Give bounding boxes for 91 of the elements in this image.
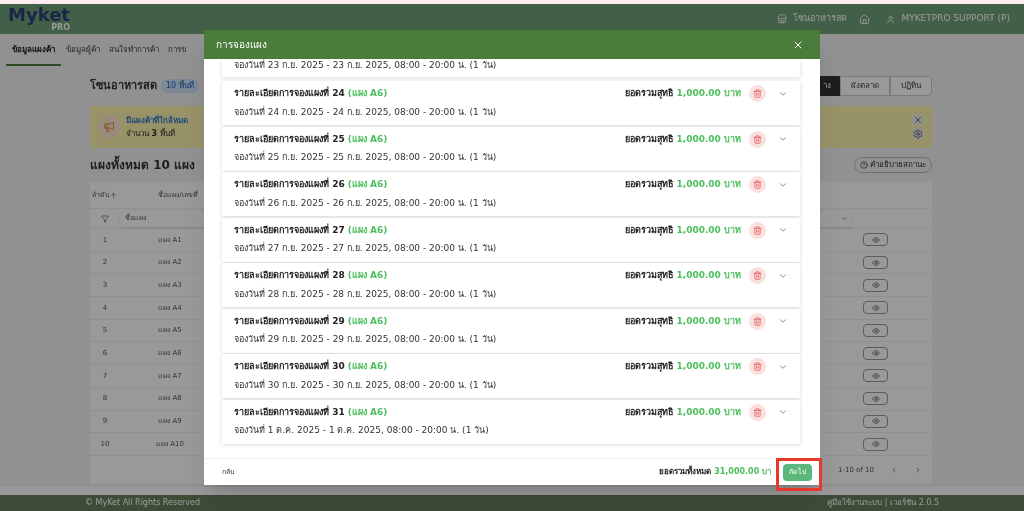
trash-icon (753, 180, 762, 190)
net-total: ยอดรวมสุทธิ 1,000.00 บาท (625, 360, 741, 374)
view-toggle[interactable]: ผังตลาด (840, 76, 890, 96)
eye-icon (871, 326, 880, 335)
settings-icon[interactable] (912, 128, 924, 140)
trash-icon (753, 271, 762, 281)
booking-title: รายละเอียดการจองแผงที่ 29 (แผง A6) (234, 314, 388, 328)
filter-icon[interactable] (101, 214, 109, 223)
booking-title: รายละเอียดการจองแผงที่ 25 (แผง A6) (234, 132, 388, 146)
logo-subtitle: PRO (51, 24, 70, 32)
booking-dates: จองวันที่ 25 ก.ย. 2025 - 25 ก.ย. 2025, 08:00 - 20:00 น. (1 วัน) (234, 151, 498, 165)
booking-title: รายละเอียดการจองแผงที่ 30 (แผง A6) (234, 360, 388, 373)
user-icon (886, 14, 896, 24)
view-button[interactable] (863, 392, 888, 406)
alert-count: จำนวน 3 พื้นที่ (126, 127, 176, 140)
delete-button[interactable] (749, 312, 766, 330)
area-badge: 10 พื้นที่ (161, 79, 199, 93)
view-button[interactable] (863, 369, 888, 383)
eye-icon (871, 303, 880, 312)
copyright: © MyKet All Rights Reserved (85, 497, 201, 509)
eye-icon (871, 440, 880, 449)
booking-dates: จองวันที่ 26 ก.ย. 2025 - 26 ก.ย. 2025, 08:00 - 20:00 น. (1 วัน) (234, 196, 498, 210)
view-button[interactable] (863, 278, 888, 292)
booking-dates: จองวันที่ 1 ต.ค. 2025 - 1 ต.ค. 2025, 08:00 - 20:00 น. (1 วัน) (234, 424, 490, 438)
booking-title: รายละเอียดการจองแผงที่ 27 (แผง A6) (234, 223, 388, 237)
eye-icon (871, 281, 880, 290)
caret-icon (841, 215, 848, 222)
delete-button[interactable] (749, 85, 766, 103)
delete-button[interactable] (749, 403, 766, 421)
eye-icon (871, 371, 880, 380)
eye-icon (871, 258, 880, 267)
booking-title: รายละเอียดการจองแผงที่ 24 (แผง A6) (234, 87, 388, 100)
booking-title: รายละเอียดการจองแผงที่ 31 (แผง A6) (234, 405, 388, 419)
user-menu[interactable]: MYKETPRO SUPPORT (P) (901, 12, 1010, 26)
megaphone-icon (98, 116, 120, 138)
trash-icon (753, 89, 762, 99)
previous-page-icon[interactable] (890, 465, 898, 474)
booking-title: รายละเอียดการจองแผงที่ 28 (แผง A6) (234, 269, 388, 282)
help-icon (860, 161, 868, 169)
booking-dates: จองวันที่ 30 ก.ย. 2025 - 30 ก.ย. 2025, 08:00 - 20:00 น. (1 วัน) (234, 378, 498, 392)
eye-icon (871, 394, 880, 403)
sort-arrow-icon[interactable] (110, 191, 117, 199)
view-toggle[interactable]: ปฏิทิน (890, 76, 932, 96)
delete-button[interactable] (749, 221, 766, 239)
delete-button[interactable] (749, 176, 766, 194)
booking-dates: จองวันที่ 23 ก.ย. 2025 - 23 ก.ย. 2025, 08:00 - 20:00 น. (1 วัน) (234, 59, 497, 71)
delete-button[interactable] (749, 267, 766, 285)
eye-icon (871, 417, 880, 426)
delete-button[interactable] (749, 358, 766, 376)
net-total: ยอดรวมสุทธิ 1,000.00 บาท (625, 314, 741, 328)
net-total: ยอดรวมสุทธิ 1,000.00 บาท (625, 178, 741, 192)
net-total: ยอดรวมสุทธิ 1,000.00 บาท (625, 269, 741, 283)
trash-icon (753, 134, 762, 144)
view-button[interactable] (863, 324, 888, 338)
nav-tab[interactable]: การข (164, 44, 190, 66)
booking-dates: จองวันที่ 28 ก.ย. 2025 - 28 ก.ย. 2025, 08:00 - 20:00 น. (1 วัน) (234, 287, 498, 301)
net-total: ยอดรวมสุทธิ 1,000.00 บาท (625, 405, 741, 419)
dialog-title: การจองแผง (216, 38, 267, 52)
eye-icon (871, 235, 880, 244)
net-total: ยอดรวมสุทธิ 1,000.00 บาท (625, 132, 741, 146)
trash-icon (753, 407, 762, 417)
view-button[interactable] (863, 233, 888, 247)
view-button[interactable] (863, 437, 888, 451)
net-total: ยอดรวมสุทธิ 1,000.00 บาท (625, 87, 741, 101)
net-total: ยอดรวมสุทธิ 1,000.00 บาท (625, 223, 741, 237)
trash-icon (753, 225, 762, 235)
store-icon (777, 14, 788, 24)
delete-button[interactable] (749, 130, 766, 148)
close-icon[interactable] (912, 114, 924, 126)
booking-title: รายละเอียดการจองแผงที่ 26 (แผง A6) (234, 178, 388, 191)
view-button[interactable] (863, 346, 888, 360)
trash-icon (753, 316, 762, 326)
booking-dates: จองวันที่ 29 ก.ย. 2025 - 29 ก.ย. 2025, 08:00 - 20:00 น. (1 วัน) (234, 333, 498, 347)
zone-name: โซนอาหารสด (793, 12, 848, 26)
page-title: โซนอาหารสด (90, 77, 157, 94)
booking-dates: จองวันที่ 24 ก.ย. 2025 - 24 ก.ย. 2025, 08:00 - 20:00 น. (1 วัน) (234, 105, 498, 119)
alert-title: มีแผงค้าที่ใกล้หมด (126, 114, 188, 127)
booking-dates: จองวันที่ 27 ก.ย. 2025 - 27 ก.ย. 2025, 08:00 - 20:00 น. (1 วัน) (234, 242, 498, 256)
view-button[interactable] (863, 414, 888, 428)
nav-tab[interactable]: สนใจทำการค้า (105, 44, 163, 66)
view-button[interactable] (863, 301, 888, 315)
view-button[interactable] (863, 256, 888, 270)
grand-total: ยอดรวมทั้งหมด 31,000.00 บา (659, 466, 771, 478)
eye-icon (871, 349, 880, 358)
logo: Myket (8, 6, 70, 24)
stall-count: แผงทั้งหมด 10 แผง (90, 156, 196, 174)
home-icon[interactable] (859, 13, 871, 25)
footer-links[interactable]: คู่มือใช้งานระบบ | เวอร์ชัน 2.0.5 (827, 497, 939, 509)
next-page-icon[interactable] (914, 465, 922, 474)
trash-icon (753, 362, 762, 372)
nav-tab[interactable]: ข้อมูลผู้ค้า (62, 44, 104, 66)
